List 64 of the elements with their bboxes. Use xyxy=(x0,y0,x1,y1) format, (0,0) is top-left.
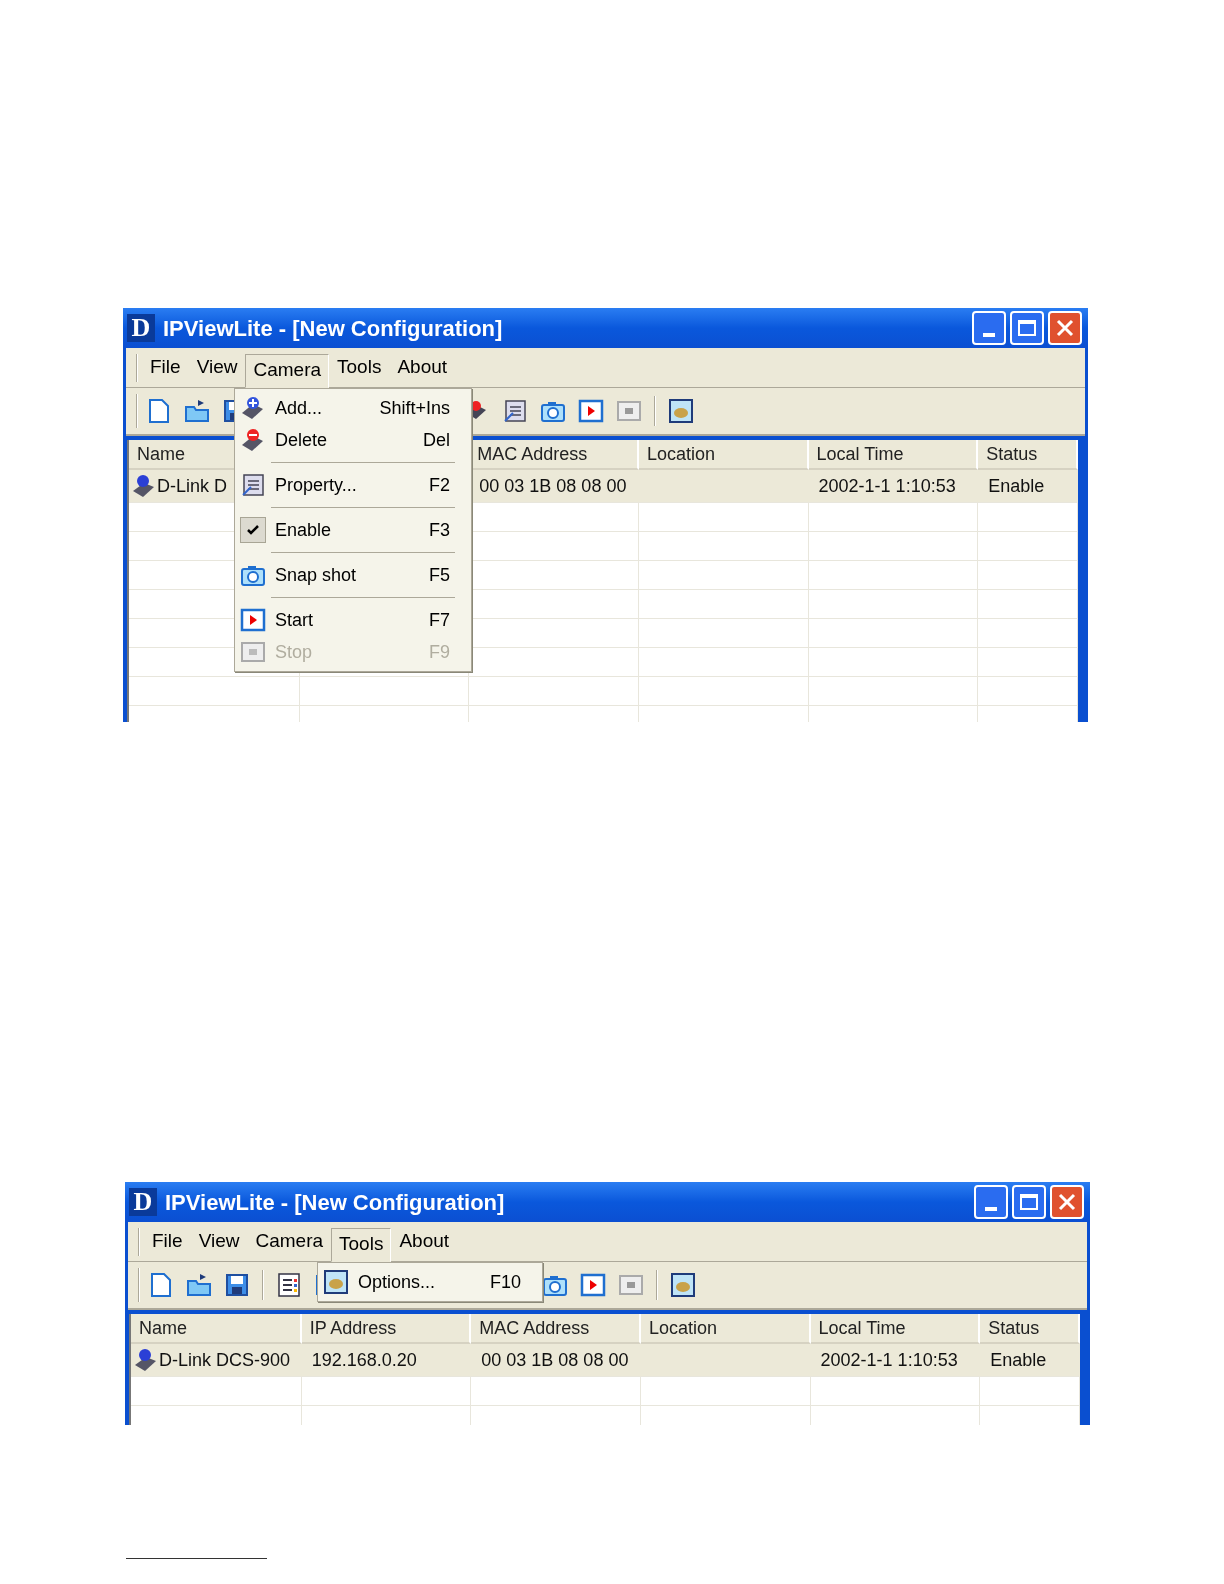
menu-bar-item[interactable]: View xyxy=(190,1224,248,1259)
column-header[interactable]: Status xyxy=(986,440,1038,468)
menu-item[interactable]: Delete Del xyxy=(235,424,471,456)
menu-bar-item[interactable]: View xyxy=(188,350,246,385)
menu-bar-item[interactable]: File xyxy=(144,1224,191,1259)
table-cell-text: 192.168.0.20 xyxy=(311,1348,417,1372)
column-header[interactable]: MAC Address xyxy=(479,1314,590,1342)
table-cell-text: D-Link D xyxy=(157,474,227,498)
window-title: IPViewLite - [New Configuration] xyxy=(165,1188,505,1217)
menu-bar-item[interactable]: About xyxy=(389,350,456,385)
close-button[interactable] xyxy=(1048,311,1082,345)
app-logo: D xyxy=(129,1188,157,1216)
app-logo: D xyxy=(127,314,155,342)
menu-item[interactable]: Add... Shift+Ins xyxy=(235,392,471,424)
column-header[interactable]: Local Time xyxy=(816,440,904,468)
menu-bar-item[interactable]: Tools xyxy=(331,1227,392,1262)
close-icon xyxy=(1057,1192,1077,1212)
options-icon xyxy=(323,1269,349,1295)
table-cell-text: 2002-1-1 1:10:53 xyxy=(820,1348,958,1372)
table-cell-text: D-Link DCS-900 xyxy=(159,1348,291,1372)
column-header[interactable]: Local Time xyxy=(818,1314,906,1342)
options-icon[interactable] xyxy=(668,398,694,424)
column-header[interactable]: Name xyxy=(139,1314,187,1342)
property-sheet-icon xyxy=(240,472,266,498)
maximize-button[interactable] xyxy=(1012,1185,1046,1219)
menu-bar-item[interactable]: Camera xyxy=(247,1224,332,1259)
menu-item[interactable]: Snap shot F5 xyxy=(235,559,471,591)
table-row[interactable]: D-Link DCS-900 192.168.0.20 00 03 1B 08 08 00 2002-1-1 1:10:53 Enable xyxy=(131,1344,1080,1376)
new-document-icon[interactable] xyxy=(148,1272,174,1298)
minimize-button[interactable] xyxy=(974,1185,1008,1219)
menu-bar-item[interactable]: File xyxy=(142,350,189,385)
minimize-button[interactable] xyxy=(972,311,1006,345)
property-sheet-icon[interactable] xyxy=(502,398,528,424)
open-folder-icon[interactable] xyxy=(184,398,210,424)
column-header[interactable]: Location xyxy=(646,440,715,468)
menu-bar-item[interactable]: About xyxy=(391,1224,458,1259)
new-document-icon[interactable] xyxy=(146,398,172,424)
play-icon[interactable] xyxy=(578,398,604,424)
options-icon[interactable] xyxy=(670,1272,696,1298)
table-cell-text: Enable xyxy=(990,1348,1047,1372)
menu-bar-item[interactable]: Tools xyxy=(329,350,390,385)
play-icon[interactable] xyxy=(580,1272,606,1298)
menu-item[interactable]: Enable F3 xyxy=(235,514,471,546)
play-icon xyxy=(240,607,266,633)
close-button[interactable] xyxy=(1050,1185,1084,1219)
column-header[interactable]: Status xyxy=(988,1314,1040,1342)
menu-item[interactable]: Options... F10 xyxy=(318,1266,542,1298)
list-icon[interactable] xyxy=(276,1272,302,1298)
column-header[interactable]: IP Address xyxy=(309,1314,397,1342)
column-header[interactable]: Name xyxy=(137,440,185,468)
table-cell-text: 2002-1-1 1:10:53 xyxy=(818,474,956,498)
column-header[interactable]: Location xyxy=(648,1314,717,1342)
window-title: IPViewLite - [New Configuration] xyxy=(163,314,503,343)
menu-bar-item[interactable]: Camera xyxy=(245,353,330,388)
open-folder-icon[interactable] xyxy=(186,1272,212,1298)
maximize-button[interactable] xyxy=(1010,311,1044,345)
table-cell-text: Enable xyxy=(988,474,1045,498)
stop-icon xyxy=(240,639,266,665)
table-cell-text: 00 03 1B 08 08 00 xyxy=(481,1348,629,1372)
column-header[interactable]: MAC Address xyxy=(477,440,588,468)
menu-item[interactable]: Start F7 xyxy=(235,604,471,636)
menu-item[interactable]: Property... F2 xyxy=(235,469,471,501)
table-cell-text: 00 03 1B 08 08 00 xyxy=(479,474,627,498)
close-icon xyxy=(1055,318,1075,338)
